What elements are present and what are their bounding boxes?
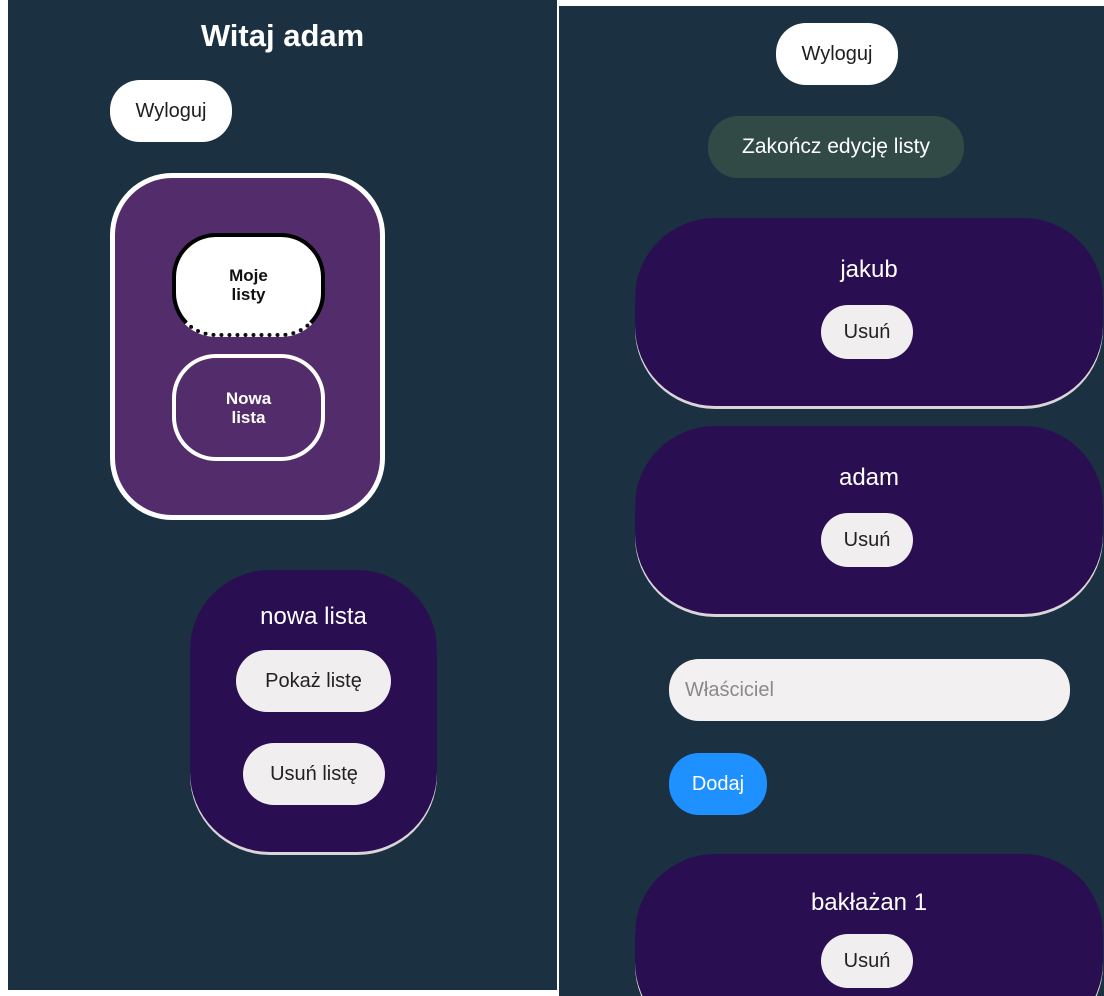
new-list-button[interactable]: Nowa lista (172, 354, 325, 461)
edit-list-panel: Wyloguj Zakończ edycję listy jakub Usuń … (559, 6, 1104, 996)
user-home-panel: Witaj adam Wyloguj Moje listy Nowa lista… (8, 0, 557, 990)
new-list-label: Nowa lista (226, 389, 271, 427)
my-lists-button[interactable]: Moje listy (172, 233, 325, 337)
remove-owner-button[interactable]: Usuń (821, 305, 913, 359)
remove-owner-button[interactable]: Usuń (821, 513, 913, 567)
item-name: bakłażan 1 (810, 889, 928, 916)
my-lists-label: Moje listy (229, 266, 268, 304)
remove-item-button[interactable]: Usuń (821, 934, 913, 988)
owner-card: jakub Usuń (635, 218, 1103, 406)
new-list-label-line2: lista (231, 407, 266, 427)
new-list-label-line1: Nowa (225, 388, 272, 408)
delete-list-button[interactable]: Usuń listę (243, 743, 385, 805)
lists-menu: Moje listy Nowa lista (110, 173, 385, 520)
my-lists-label-line1: Moje (229, 266, 268, 285)
item-card: bakłażan 1 Usuń (635, 854, 1103, 996)
owner-card: adam Usuń (635, 426, 1103, 614)
owner-name: adam (838, 464, 900, 491)
show-list-button[interactable]: Pokaż listę (236, 650, 391, 712)
my-lists-label-line2: listy (231, 285, 266, 304)
list-name: nowa lista (260, 603, 367, 630)
owner-name: jakub (840, 256, 898, 283)
list-card: nowa lista Pokaż listę Usuń listę (190, 570, 437, 852)
page-title: Witaj adam (200, 18, 365, 53)
logout-button[interactable]: Wyloguj (776, 23, 898, 85)
owner-input[interactable] (669, 659, 1070, 721)
add-owner-button[interactable]: Dodaj (669, 753, 767, 815)
end-edit-button[interactable]: Zakończ edycję listy (708, 116, 964, 178)
logout-button[interactable]: Wyloguj (110, 80, 232, 142)
